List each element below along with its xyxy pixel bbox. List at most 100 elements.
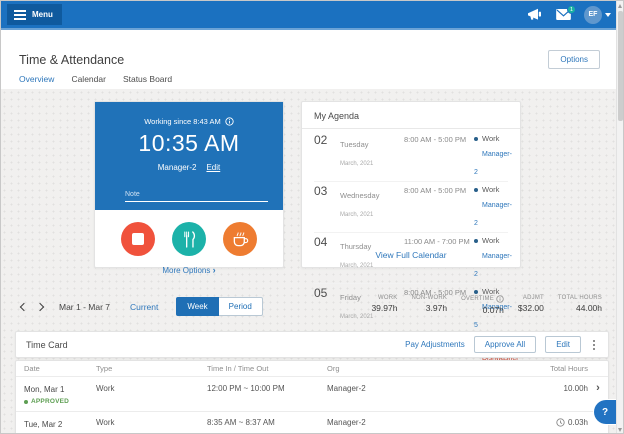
stop-work-button[interactable] [121, 222, 155, 256]
agenda-month: March, 2021 [340, 161, 373, 167]
user-menu-button[interactable]: EF [584, 6, 611, 24]
entry-type: Work [96, 384, 207, 393]
options-button[interactable]: Options [548, 50, 600, 69]
agenda-event: Work [482, 134, 499, 143]
time-card-title: Time Card [26, 340, 405, 350]
meal-break-button[interactable] [172, 222, 206, 256]
entry-hours: 0.03h [477, 418, 588, 427]
more-options-link[interactable]: More Options › [95, 265, 283, 275]
coffee-break-button[interactable] [223, 222, 257, 256]
agenda-month: March, 2021 [340, 263, 373, 269]
table-header-row: Date Type Time In / Time Out Org Total H… [16, 361, 608, 377]
chevron-down-icon [605, 13, 611, 17]
tab-overview[interactable]: Overview [19, 74, 54, 84]
column-org: Org [327, 364, 477, 373]
stat-total-hours: TOTAL HOURS 44.00h [558, 295, 602, 315]
table-row[interactable]: Mon, Mar 1 APPROVED Work 12:00 PM ~ 10:0… [16, 377, 608, 412]
agenda-title: My Agenda [302, 102, 520, 129]
help-button[interactable]: ? [593, 399, 616, 425]
view-toggle: Week Period [176, 297, 262, 316]
main-content: Working since 8:43 AM 10:35 AM Manager-2… [1, 89, 618, 434]
note-input[interactable]: Note [125, 183, 268, 202]
my-agenda-card: My Agenda 02 Tuesday March, 2021 8:00 AM… [301, 101, 521, 268]
row-date: Mon, Mar 1 [24, 385, 96, 394]
column-date: Date [24, 364, 96, 373]
assignment-label: Manager-2 [158, 163, 197, 172]
toggle-period[interactable]: Period [219, 297, 263, 316]
agenda-weekday: Tuesday [340, 140, 369, 149]
agenda-event: Work [482, 185, 499, 194]
agenda-time: 8:00 AM - 5:00 PM [404, 185, 474, 195]
event-dot-icon [474, 188, 478, 192]
summary-stats: WORK 39.97h NON-WORK 3.97h OVERTIME 0.07… [371, 295, 602, 315]
agenda-item[interactable]: 03 Wednesday March, 2021 8:00 AM - 5:00 … [314, 182, 508, 233]
fork-knife-icon [182, 231, 197, 248]
agenda-item[interactable]: 02 Tuesday March, 2021 8:00 AM - 5:00 PM… [314, 131, 508, 182]
event-dot-icon [474, 239, 478, 243]
page-header: Time & Attendance Options Overview Calen… [1, 30, 618, 89]
overflow-menu-icon[interactable] [590, 338, 598, 352]
notifications-button[interactable]: 1 [556, 9, 571, 20]
clock-panel: Working since 8:43 AM 10:35 AM Manager-2… [95, 102, 283, 210]
coffee-cup-icon [231, 231, 250, 248]
tab-status-board[interactable]: Status Board [123, 74, 172, 84]
agenda-month: March, 2021 [340, 314, 373, 320]
previous-period-button[interactable] [20, 302, 28, 310]
hamburger-icon [14, 10, 26, 20]
vertical-scrollbar[interactable] [616, 1, 623, 434]
entry-time: 12:00 PM ~ 10:00 PM [207, 384, 327, 393]
tab-calendar[interactable]: Calendar [71, 74, 106, 84]
next-period-button[interactable] [36, 302, 44, 310]
scrollbar-thumb[interactable] [618, 11, 623, 121]
row-chevron-icon[interactable]: › [588, 383, 608, 394]
scroll-down-icon[interactable] [618, 428, 622, 432]
menu-button[interactable]: Menu [7, 4, 62, 25]
clock-exception-icon [556, 418, 565, 427]
column-total-hours: Total Hours [477, 364, 588, 373]
row-date: Tue, Mar 2 [24, 420, 96, 429]
time-attendance-app: Menu 1 EF [0, 0, 624, 434]
status-dot-icon [24, 400, 28, 404]
agenda-month: March, 2021 [340, 212, 373, 218]
event-dot-icon [474, 290, 478, 294]
toggle-week[interactable]: Week [176, 297, 218, 316]
pay-adjustments-link[interactable]: Pay Adjustments [405, 340, 465, 349]
entry-type: Work [96, 418, 207, 427]
scroll-up-icon[interactable] [618, 4, 622, 8]
entry-org: Manager-2 [327, 384, 477, 393]
period-navigation: Mar 1 - Mar 7 Current Week Period [21, 297, 263, 316]
avatar: EF [584, 6, 602, 24]
edit-button[interactable]: Edit [545, 336, 581, 353]
table-row[interactable]: Tue, Mar 2 UNAPPROVED Work 8:35 AM ~ 8:3… [16, 412, 608, 434]
agenda-time: 8:00 AM - 5:00 PM [404, 134, 474, 144]
agenda-time: 11:00 AM - 7:00 PM [404, 236, 474, 246]
column-time: Time In / Time Out [207, 364, 327, 373]
announcements-button[interactable] [527, 8, 543, 21]
page-title: Time & Attendance [19, 53, 124, 67]
view-full-calendar-link[interactable]: View Full Calendar [302, 250, 520, 260]
stat-work: WORK 39.97h [371, 295, 397, 315]
working-since-text: Working since 8:43 AM [144, 117, 221, 126]
notification-badge: 1 [567, 5, 576, 14]
note-placeholder: Note [125, 191, 140, 198]
current-time: 10:35 AM [95, 130, 283, 157]
agenda-day: 04 [314, 236, 340, 248]
stop-icon [132, 233, 144, 245]
status-badge: APPROVED [24, 398, 96, 405]
stat-non-work: NON-WORK 3.97h [411, 295, 447, 315]
edit-assignment-link[interactable]: Edit [206, 163, 220, 172]
agenda-weekday: Friday [340, 293, 361, 302]
info-icon[interactable] [225, 117, 234, 126]
agenda-event: Work [482, 236, 499, 245]
approve-all-button[interactable]: Approve All [474, 336, 536, 353]
stat-adjmt: ADJMT $32.00 [518, 295, 544, 315]
chevron-right-icon: › [213, 265, 216, 275]
agenda-role-link[interactable]: Manager-2 [474, 151, 512, 176]
date-range-label: Mar 1 - Mar 7 [59, 302, 110, 312]
entry-org: Manager-2 [327, 418, 477, 427]
agenda-role-link[interactable]: Manager-2 [474, 202, 512, 227]
current-link[interactable]: Current [130, 302, 158, 312]
tab-bar: Overview Calendar Status Board [19, 74, 172, 84]
info-icon[interactable] [496, 295, 504, 303]
entry-hours: 10.00h [477, 384, 588, 393]
